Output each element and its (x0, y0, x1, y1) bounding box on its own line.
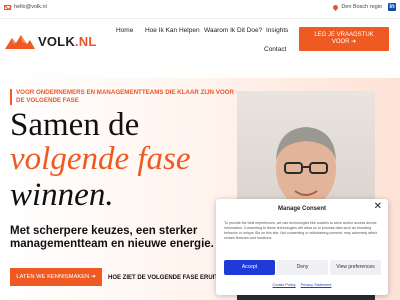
hero-eyebrow: VOOR ONDERNEMERS EN MANAGEMENTTEAMS DIE … (10, 89, 240, 105)
nav-insights[interactable]: Insights (266, 27, 288, 34)
email-text: hello@volk.nl (14, 4, 47, 10)
cta-line1: LEG JE VRAAGSTUK (314, 32, 374, 38)
region-text: Den Bosch regio (341, 4, 382, 10)
close-icon[interactable]: ✕ (374, 202, 382, 212)
privacy-statement-link[interactable]: Privacy Statement (301, 283, 332, 287)
view-preferences-button[interactable]: View preferences (330, 260, 381, 275)
accept-button[interactable]: Accept (224, 260, 275, 275)
cta-line2: VOOR (331, 39, 350, 45)
cookie-policy-link[interactable]: Cookie Policy (273, 283, 296, 287)
arrow-right-icon: ➜ (351, 39, 357, 45)
arrow-right-icon: ➜ (90, 274, 96, 280)
deny-button[interactable]: Deny (277, 260, 328, 275)
kennismaken-button[interactable]: LATEN WE KENNISMAKEN ➜ (10, 268, 102, 286)
kennismaken-label: LATEN WE KENNISMAKEN (16, 274, 90, 280)
cta-button[interactable]: LEG JE VRAAGSTUK VOOR ➜ (299, 27, 389, 51)
hero-subheading: Met scherpere keuzes, een sterker manage… (10, 225, 214, 250)
volgende-fase-label: HOE ZIET DE VOLGENDE FASE ERUIT? (108, 275, 222, 281)
cta-line2-row: VOOR ➜ (299, 39, 389, 46)
mail-icon (4, 4, 11, 10)
top-bar: hello@volk.nl Den Bosch regio in (0, 0, 400, 19)
consent-body: To provide the best experiences, we use … (224, 221, 377, 240)
mountain-logo-icon (5, 34, 35, 49)
consent-dialog: Manage Consent ✕ To provide the best exp… (216, 199, 388, 295)
nav-home[interactable]: Home (116, 27, 133, 34)
consent-title: Manage Consent (277, 206, 326, 212)
site-header: VOLK.NL Home Hoe Ik Kan Helpen Waarom Ik… (0, 19, 400, 61)
hero-heading-line1: Samen de (10, 107, 140, 143)
map-pin-icon (332, 3, 340, 11)
consent-links: Cookie Policy Privacy Statement (216, 283, 388, 287)
nav-contact[interactable]: Contact (264, 46, 286, 53)
hero-heading-line3: winnen. (10, 177, 114, 213)
nav-waarom[interactable]: Waarom Ik Dit Doe? (204, 27, 262, 34)
logo-suffix: .NL (74, 34, 97, 49)
logo-name: VOLK (38, 34, 75, 49)
linkedin-icon[interactable]: in (388, 3, 396, 11)
logo[interactable]: VOLK.NL (5, 34, 96, 49)
nav-hoe-ik-kan-helpen[interactable]: Hoe Ik Kan Helpen (145, 27, 200, 34)
region-info: Den Bosch regio (332, 3, 382, 11)
email-link[interactable]: hello@volk.nl (4, 4, 47, 10)
volgende-fase-link[interactable]: HOE ZIET DE VOLGENDE FASE ERUIT? ➜ (108, 274, 228, 281)
logo-text: VOLK.NL (38, 34, 96, 49)
hero-heading-line2: volgende fase (10, 141, 191, 177)
